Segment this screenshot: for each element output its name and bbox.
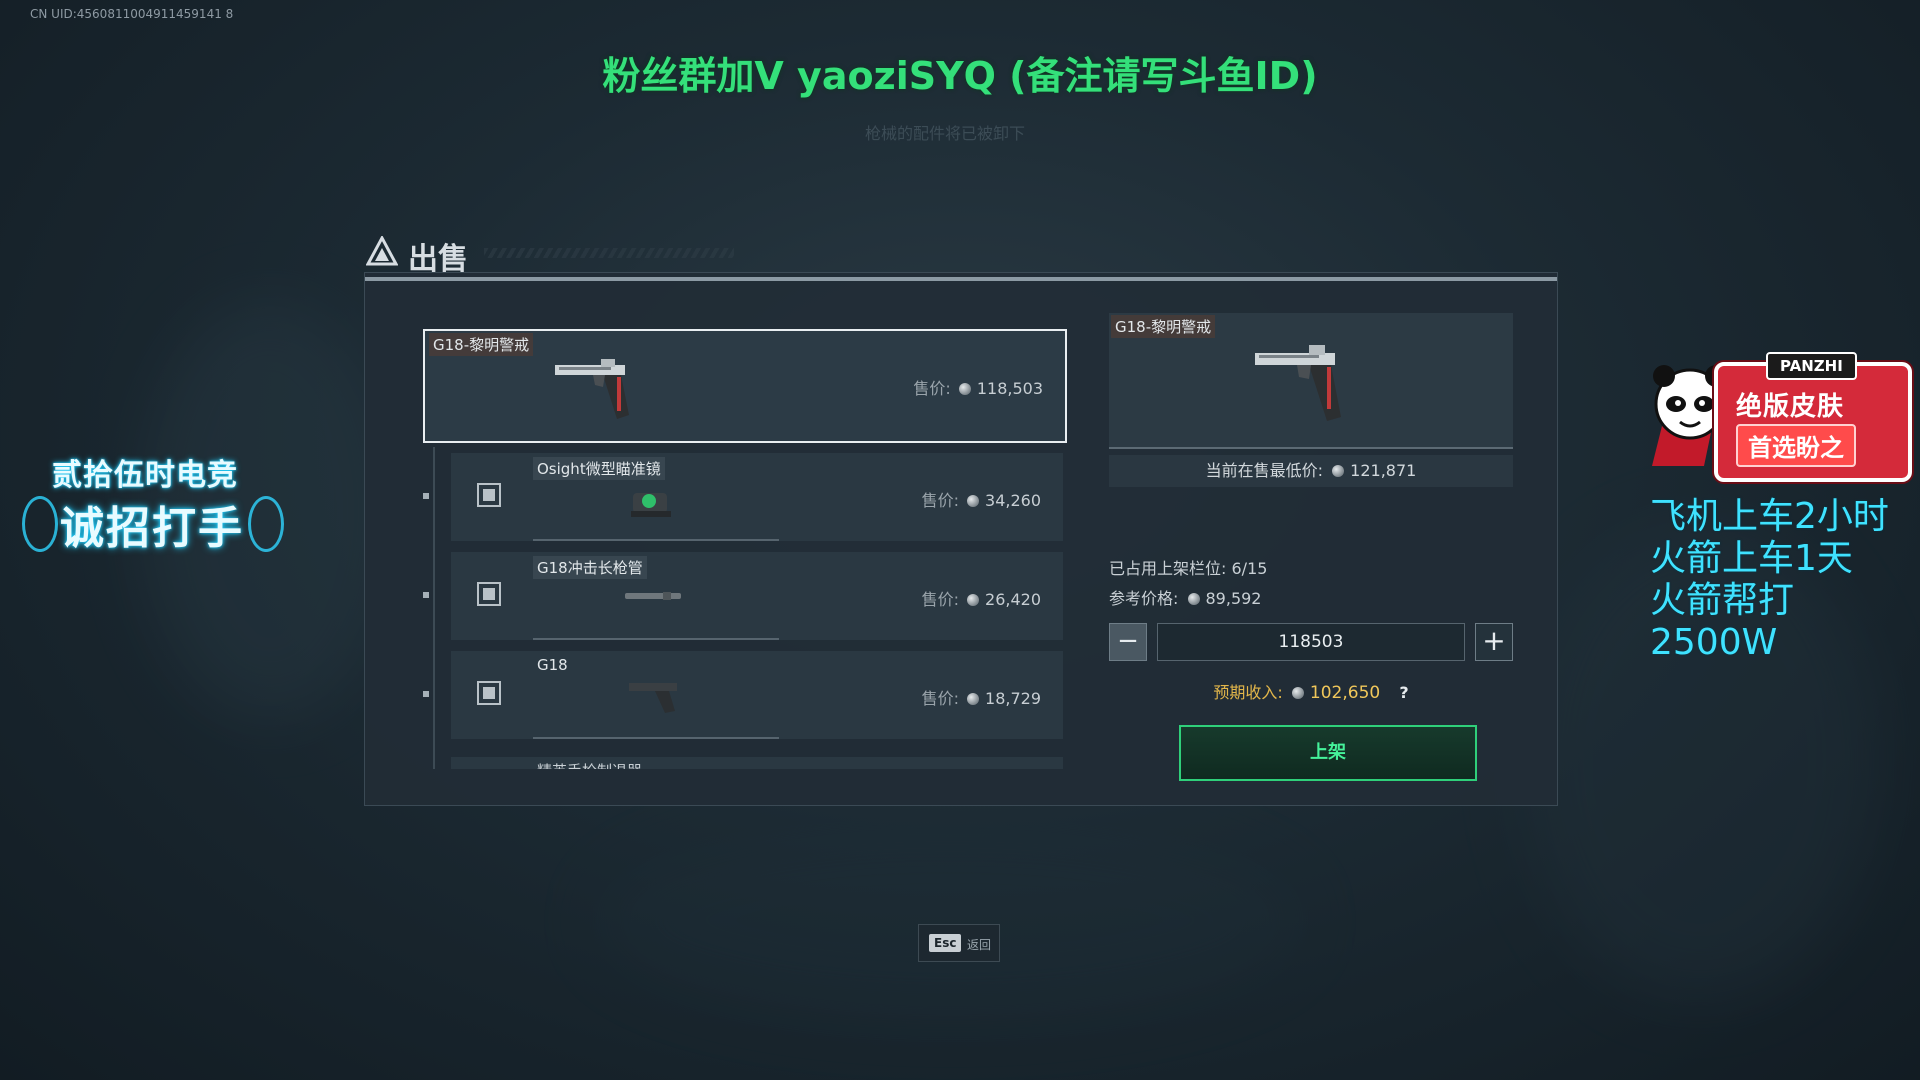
sub-item-underline <box>533 737 779 739</box>
expected-income-value: 102,650 <box>1309 683 1381 703</box>
sell-panel: G18-黎明警戒 售价: 118,503 Osight微型瞄准镜 售价: 34,… <box>364 272 1558 806</box>
panel-topbar <box>365 277 1557 281</box>
sub-item-row[interactable]: 精英手枪制退器 <box>451 757 1063 769</box>
coin-icon <box>967 693 980 705</box>
price-input[interactable]: 118503 <box>1157 623 1465 661</box>
lowest-price-row: 当前在售最低价: 121,871 <box>1109 455 1513 487</box>
sub-item-price: 售价: 34,260 <box>922 487 1041 511</box>
sub-item-name: Osight微型瞄准镜 <box>533 457 665 480</box>
panzhi-tag: PANZHI <box>1766 352 1857 380</box>
tree-dot <box>423 493 429 499</box>
ornament-icon <box>22 496 58 552</box>
esc-key: Esc <box>929 934 962 952</box>
promo-left: 贰拾伍时电竞 诚招打手 <box>22 440 284 560</box>
price-prefix: 售价: <box>921 491 960 510</box>
pistol-icon <box>629 683 677 713</box>
promo-right-logo: PANZHI 绝版皮肤 首选盼之 <box>1640 348 1912 488</box>
promo-right-line: 火箭上车1天 <box>1650 538 1853 579</box>
stream-banner: 粉丝群加V yaoziSYQ (备注请写斗鱼ID) <box>602 54 1318 98</box>
lowest-price-label: 当前在售最低价: <box>1205 461 1324 480</box>
sub-item-price: 售价: 18,729 <box>922 685 1041 709</box>
coin-icon <box>1187 593 1200 605</box>
sub-item-name: 精英手枪制退器 <box>533 759 646 769</box>
main-item-name: G18-黎明警戒 <box>429 333 534 356</box>
detail-divider <box>1109 447 1513 449</box>
slots-value: 6/15 <box>1231 559 1268 578</box>
expected-income-label: 预期收入: <box>1213 683 1283 702</box>
slots-row: 已占用上架栏位: 6/15 <box>1109 555 1267 579</box>
reference-price-row: 参考价格: 89,592 <box>1109 585 1261 609</box>
sub-item-name: G18 <box>537 656 568 674</box>
item-list[interactable]: G18-黎明警戒 售价: 118,503 Osight微型瞄准镜 售价: 34,… <box>423 329 1079 769</box>
decrease-price-button[interactable]: − <box>1109 623 1147 661</box>
tree-line <box>433 447 435 769</box>
esc-back-button[interactable]: Esc 返回 <box>918 924 1000 962</box>
sub-item-checkbox[interactable] <box>477 681 501 705</box>
main-item-price: 售价: 118,503 <box>913 375 1043 399</box>
detail-preview: G18-黎明警戒 <box>1109 313 1513 449</box>
tree-dot <box>423 592 429 598</box>
price-prefix: 售价: <box>913 379 951 398</box>
sub-item-price-value: 18,729 <box>985 689 1041 708</box>
sub-item-price: 售价: 26,420 <box>922 586 1041 610</box>
sub-item-name: G18冲击长枪管 <box>533 556 647 579</box>
sub-item-checkbox[interactable] <box>477 483 501 507</box>
panzhi-line1: 绝版皮肤 <box>1736 392 1845 422</box>
promo-right-line: 火箭帮打2500W <box>1650 580 1795 663</box>
sub-item-row[interactable]: Osight微型瞄准镜 售价: 34,260 <box>423 453 1063 541</box>
panzhi-badge: PANZHI 绝版皮肤 首选盼之 <box>1714 352 1912 482</box>
header-stripe <box>484 248 734 258</box>
faint-hint: 枪械的配件将已被卸下 <box>865 124 1026 143</box>
pistol-icon <box>555 359 629 419</box>
sell-triangle-icon <box>366 236 398 266</box>
promo-left-title: 贰拾伍时电竞 <box>52 458 238 493</box>
pistol-icon <box>1255 345 1341 421</box>
sub-item-price-value: 34,260 <box>985 491 1041 510</box>
detail-item-name: G18-黎明警戒 <box>1111 315 1216 338</box>
panzhi-line2: 首选盼之 <box>1736 424 1856 467</box>
price-prefix: 售价: <box>921 689 960 708</box>
barrel-icon <box>625 592 681 600</box>
sub-item-underline <box>533 638 779 640</box>
expected-income-row: 预期收入: 102,650 ? <box>1109 679 1513 703</box>
sub-item-row[interactable]: G18冲击长枪管 售价: 26,420 <box>423 552 1063 640</box>
sub-item-underline <box>533 539 779 541</box>
uid-watermark: CN UID:4560811004911459141 8 <box>30 7 234 21</box>
promo-left-subtitle: 诚招打手 <box>60 503 244 554</box>
coin-icon <box>967 495 980 507</box>
list-for-sale-button[interactable]: 上架 <box>1179 725 1477 781</box>
coin-icon <box>958 383 971 395</box>
promo-right-line: 飞机上车2小时 <box>1650 496 1889 537</box>
sub-item-price-value: 26,420 <box>985 590 1041 609</box>
reference-price-value: 89,592 <box>1205 589 1262 608</box>
reference-price-label: 参考价格: <box>1109 589 1179 608</box>
price-prefix: 售价: <box>921 590 960 609</box>
background-shape <box>600 820 1300 1020</box>
coin-icon <box>1332 465 1345 477</box>
esc-label: 返回 <box>967 938 992 952</box>
main-item-card[interactable]: G18-黎明警戒 售价: 118,503 <box>423 329 1067 443</box>
help-icon[interactable]: ? <box>1399 683 1408 702</box>
slots-label: 已占用上架栏位: <box>1109 559 1227 578</box>
sell-header: 出售 <box>364 232 734 277</box>
tree-dot <box>423 691 429 697</box>
scope-icon <box>631 493 671 517</box>
ornament-icon <box>248 496 284 552</box>
coin-icon <box>967 594 980 606</box>
promo-right-text: 飞机上车2小时 火箭上车1天 火箭帮打2500W <box>1650 496 1920 664</box>
coin-icon <box>1291 687 1304 699</box>
sub-item-checkbox[interactable] <box>477 582 501 606</box>
sub-item-row[interactable]: G18 售价: 18,729 <box>423 651 1063 739</box>
main-item-price-value: 118,503 <box>976 379 1043 398</box>
lowest-price-value: 121,871 <box>1350 461 1417 480</box>
increase-price-button[interactable]: + <box>1475 623 1513 661</box>
